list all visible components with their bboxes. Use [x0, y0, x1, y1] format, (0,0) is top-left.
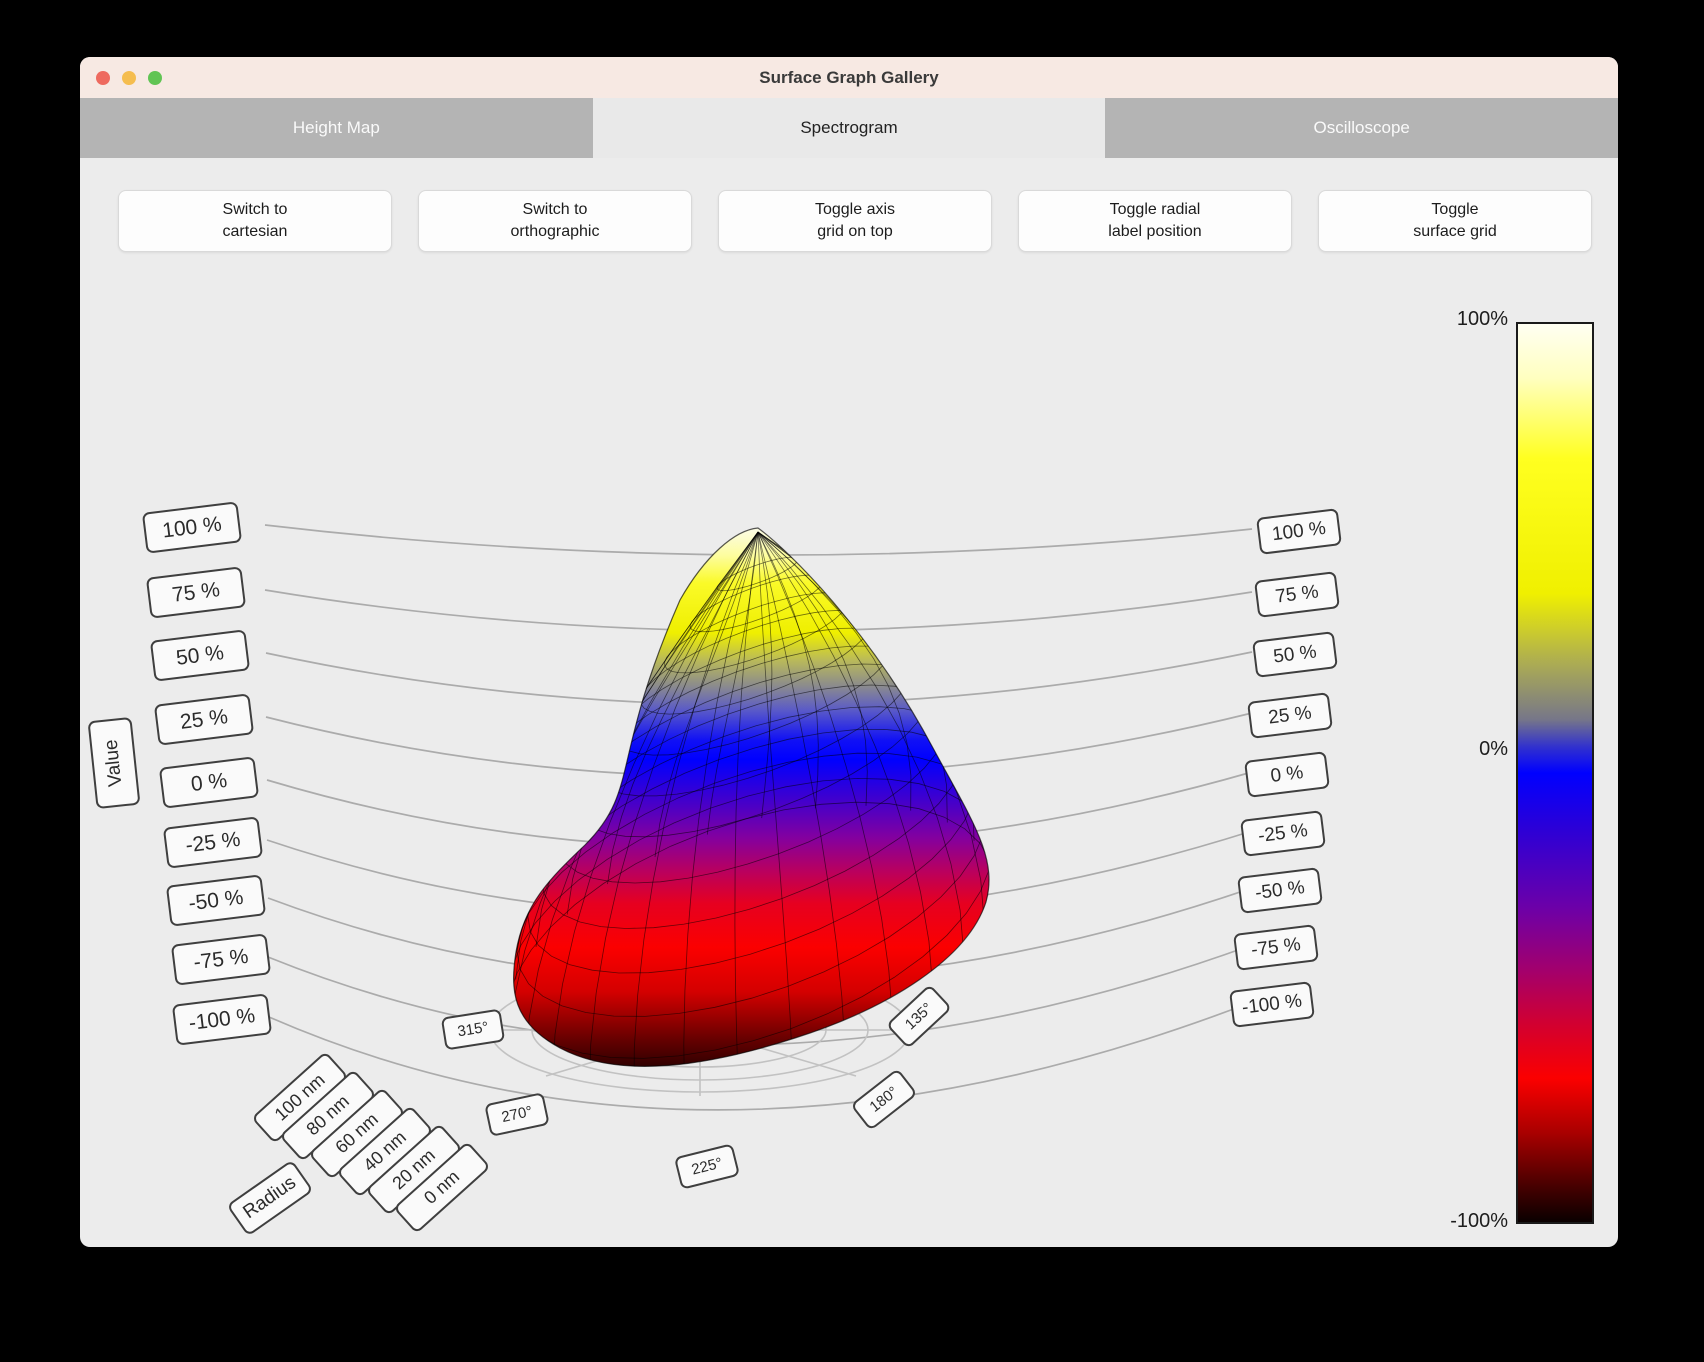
switch-projection-button[interactable]: Switch to orthographic — [418, 190, 692, 252]
tab-spectrogram[interactable]: Spectrogram — [593, 98, 1106, 158]
value-axis-title: Value — [88, 717, 141, 809]
tab-bar: Height Map Spectrogram Oscilloscope — [80, 98, 1618, 158]
switch-coordinates-button[interactable]: Switch to cartesian — [118, 190, 392, 252]
zoom-button-icon[interactable] — [148, 71, 162, 85]
toggle-axis-grid-button[interactable]: Toggle axis grid on top — [718, 190, 992, 252]
traffic-lights — [96, 57, 162, 98]
tab-oscilloscope[interactable]: Oscilloscope — [1105, 98, 1618, 158]
colorbar-top-label: 100% — [1388, 308, 1508, 331]
toggle-radial-label-button[interactable]: Toggle radial label position — [1018, 190, 1292, 252]
toggle-surface-grid-button[interactable]: Toggle surface grid — [1318, 190, 1592, 252]
colorbar-bottom-label: -100% — [1388, 1210, 1508, 1233]
close-button-icon[interactable] — [96, 71, 110, 85]
colorbar-mid-label: 0% — [1388, 738, 1508, 761]
minimize-button-icon[interactable] — [122, 71, 136, 85]
window-title: Surface Graph Gallery — [759, 68, 939, 88]
tab-height-map[interactable]: Height Map — [80, 98, 593, 158]
title-bar[interactable]: Surface Graph Gallery — [80, 57, 1618, 98]
colorbar-legend — [1516, 322, 1594, 1224]
